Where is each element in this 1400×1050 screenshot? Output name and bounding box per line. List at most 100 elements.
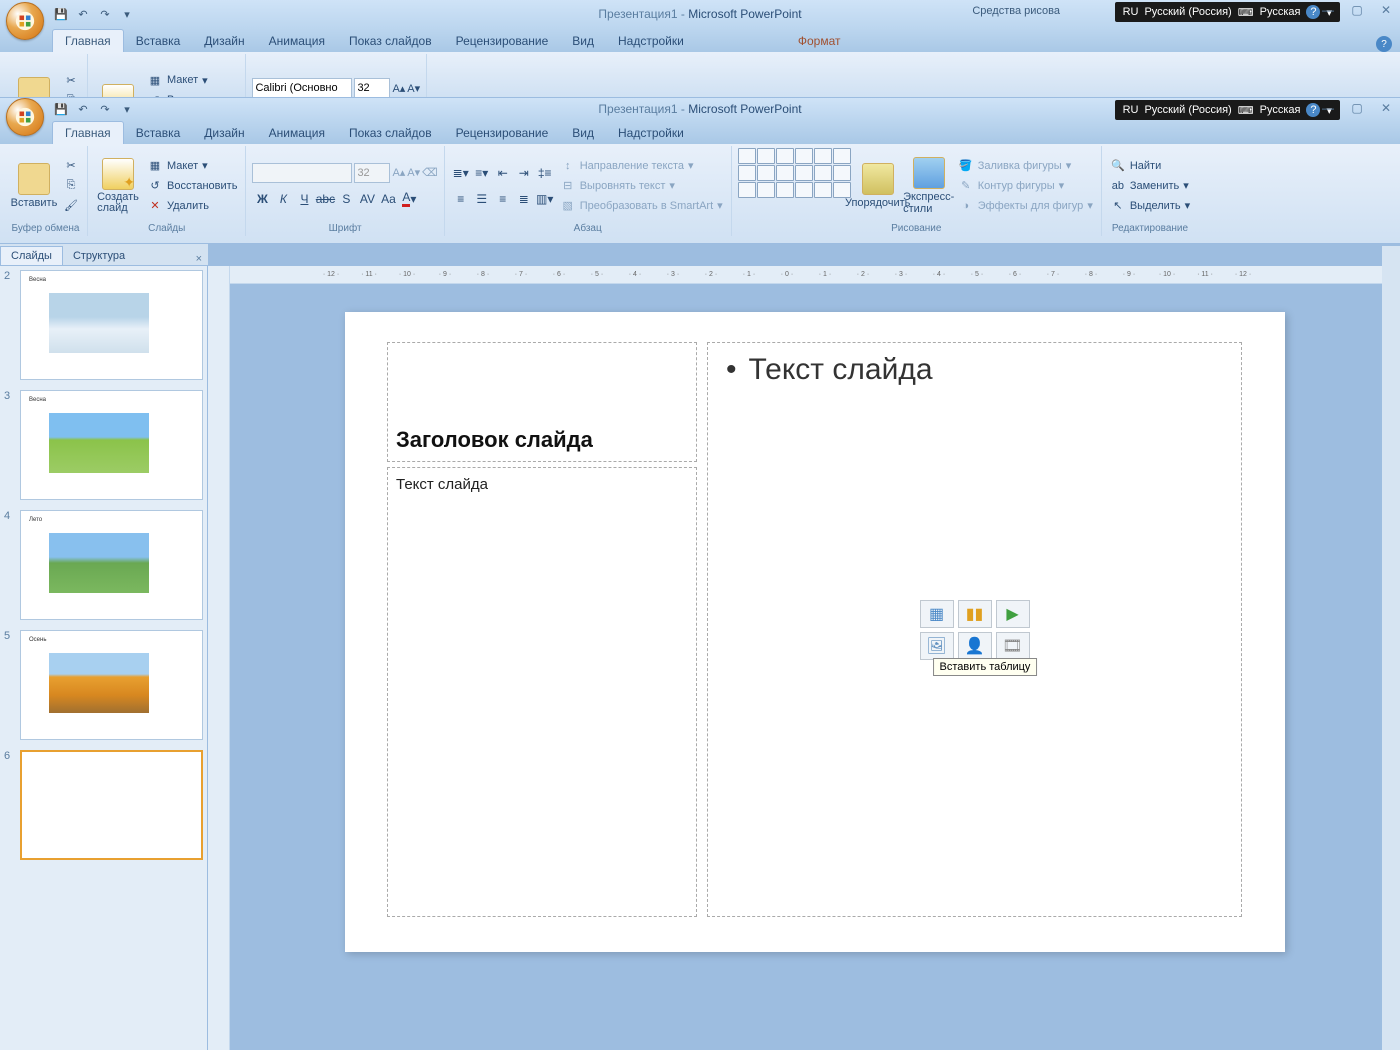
- reset-button[interactable]: ↺Восстановить: [145, 91, 239, 98]
- italic-button[interactable]: К: [273, 189, 293, 209]
- quick-styles-button[interactable]: Экспресс-стили: [905, 148, 953, 223]
- tab-slides-thumb[interactable]: Слайды: [0, 246, 63, 265]
- select-button[interactable]: ↖Выделить ▾: [1108, 197, 1192, 215]
- shape-rrect[interactable]: [814, 148, 832, 164]
- shrink-font-button[interactable]: A▾: [407, 166, 420, 179]
- font-name-select[interactable]: [252, 163, 352, 183]
- tab-animation[interactable]: Анимация: [257, 30, 337, 52]
- strike-button[interactable]: abc: [315, 189, 335, 209]
- slide-thumb-6[interactable]: 6: [4, 750, 203, 860]
- arrange-button[interactable]: Упорядочить: [854, 148, 902, 223]
- shape-arrow2[interactable]: [776, 165, 794, 181]
- tab-view[interactable]: Вид: [560, 30, 606, 52]
- paste-button[interactable]: Вставить: [10, 56, 58, 98]
- align-right-button[interactable]: ≡: [493, 189, 513, 209]
- close-panel-button[interactable]: ×: [190, 253, 208, 265]
- tab-design[interactable]: Дизайн: [192, 30, 256, 52]
- shape-free[interactable]: [757, 182, 775, 198]
- font-color-button[interactable]: A▾: [399, 189, 419, 209]
- delete-slide-button[interactable]: ✕Удалить: [145, 197, 239, 215]
- shapes-gallery[interactable]: [738, 148, 851, 223]
- tab-outline[interactable]: Структура: [63, 247, 135, 265]
- maximize-button[interactable]: ▢: [1345, 100, 1369, 116]
- redo-icon[interactable]: ↷: [96, 5, 114, 23]
- clear-format-button[interactable]: ⌫: [422, 166, 438, 179]
- reset-button[interactable]: ↺Восстановить: [145, 177, 239, 195]
- bold-button[interactable]: Ж: [252, 189, 272, 209]
- shape-hex[interactable]: [814, 182, 832, 198]
- language-tray[interactable]: RU Русский (Россия) ⌨ Русская ? ▾: [1115, 2, 1340, 22]
- align-center-button[interactable]: ☰: [472, 189, 492, 209]
- undo-icon[interactable]: ↶: [74, 100, 92, 118]
- close-button[interactable]: ✕: [1374, 2, 1398, 18]
- copy-button[interactable]: ⎘: [61, 91, 81, 98]
- save-icon[interactable]: 💾: [52, 5, 70, 23]
- find-button[interactable]: 🔍Найти: [1108, 157, 1192, 175]
- insert-picture-icon[interactable]: 🖼: [920, 632, 954, 660]
- minimize-button[interactable]: —: [1316, 100, 1340, 116]
- insert-chart-icon[interactable]: ▮▮: [958, 600, 992, 628]
- redo-icon[interactable]: ↷: [96, 100, 114, 118]
- shrink-font-button[interactable]: A▾: [407, 82, 420, 95]
- grow-font-button[interactable]: A▴: [392, 166, 405, 179]
- grow-font-button[interactable]: A▴: [392, 82, 405, 95]
- font-size-select[interactable]: [354, 163, 390, 183]
- maximize-button[interactable]: ▢: [1345, 2, 1369, 18]
- qat-dropdown-icon[interactable]: ▾: [118, 100, 136, 118]
- replace-button[interactable]: abЗаменить ▾: [1108, 177, 1192, 195]
- office-button[interactable]: [6, 2, 44, 40]
- insert-table-icon[interactable]: ▦: [920, 600, 954, 628]
- shape-star[interactable]: [757, 165, 775, 181]
- tab-home[interactable]: Главная: [52, 29, 124, 52]
- line-spacing-button[interactable]: ‡≡: [535, 163, 555, 183]
- slide-canvas[interactable]: Заголовок слайда Текст слайда Текст слай…: [345, 312, 1285, 952]
- bullets-button[interactable]: ≣▾: [451, 163, 471, 183]
- columns-button[interactable]: ▥▾: [535, 189, 555, 209]
- tab-slideshow[interactable]: Показ слайдов: [337, 30, 444, 52]
- tab-review[interactable]: Рецензирование: [444, 30, 561, 52]
- minimize-button[interactable]: —: [1316, 2, 1340, 18]
- shadow-button[interactable]: S: [336, 189, 356, 209]
- format-painter-button[interactable]: 🖌: [61, 197, 81, 215]
- qat-dropdown-icon[interactable]: ▾: [118, 5, 136, 23]
- tab-addins[interactable]: Надстройки: [606, 30, 696, 52]
- layout-button[interactable]: ▦Макет ▾: [145, 157, 239, 175]
- copy-button[interactable]: ⎘: [61, 177, 81, 195]
- tab-addins[interactable]: Надстройки: [606, 122, 696, 144]
- tab-insert[interactable]: Вставка: [124, 122, 193, 144]
- shape-rect[interactable]: [776, 148, 794, 164]
- tab-animation[interactable]: Анимация: [257, 122, 337, 144]
- font-size-select[interactable]: [354, 78, 390, 98]
- shape-fill-button[interactable]: 🪣Заливка фигуры ▾: [956, 157, 1095, 175]
- new-slide-button[interactable]: [94, 56, 142, 98]
- tab-home[interactable]: Главная: [52, 121, 124, 144]
- insert-media-icon[interactable]: 🎞: [996, 632, 1030, 660]
- indent-dec-button[interactable]: ⇤: [493, 163, 513, 183]
- save-icon[interactable]: 💾: [52, 100, 70, 118]
- shape-text[interactable]: [833, 165, 851, 181]
- new-slide-button[interactable]: ✦ Создать слайд: [94, 148, 142, 223]
- tab-insert[interactable]: Вставка: [124, 30, 193, 52]
- align-left-button[interactable]: ≡: [451, 189, 471, 209]
- slide-thumb-5[interactable]: 5 Осень: [4, 630, 203, 740]
- underline-button[interactable]: Ч: [294, 189, 314, 209]
- shape-tri[interactable]: [833, 148, 851, 164]
- shape-effects-button[interactable]: ◑Эффекты для фигур ▾: [956, 197, 1095, 215]
- slide-thumb-4[interactable]: 4 Лето: [4, 510, 203, 620]
- insert-smartart-icon[interactable]: ▶: [996, 600, 1030, 628]
- undo-icon[interactable]: ↶: [74, 5, 92, 23]
- content-placeholder[interactable]: Текст слайда ▦ ▮▮ ▶ 🖼 👤 🎞 Вставить табли…: [707, 342, 1242, 917]
- indent-inc-button[interactable]: ⇥: [514, 163, 534, 183]
- cut-button[interactable]: ✂: [61, 71, 81, 89]
- shape-arrow3[interactable]: [795, 165, 813, 181]
- close-button[interactable]: ✕: [1374, 100, 1398, 116]
- justify-button[interactable]: ≣: [514, 189, 534, 209]
- title-placeholder[interactable]: Заголовок слайда: [387, 342, 697, 462]
- shape-callout[interactable]: [738, 165, 756, 181]
- smartart-button[interactable]: ▧Преобразовать в SmartArt ▾: [558, 197, 725, 215]
- shape-outline-button[interactable]: ✎Контур фигуры ▾: [956, 177, 1095, 195]
- tab-format[interactable]: Формат: [786, 30, 853, 52]
- align-text-button[interactable]: ⊟Выровнять текст ▾: [558, 177, 725, 195]
- tab-review[interactable]: Рецензирование: [444, 122, 561, 144]
- cut-button[interactable]: ✂: [61, 157, 81, 175]
